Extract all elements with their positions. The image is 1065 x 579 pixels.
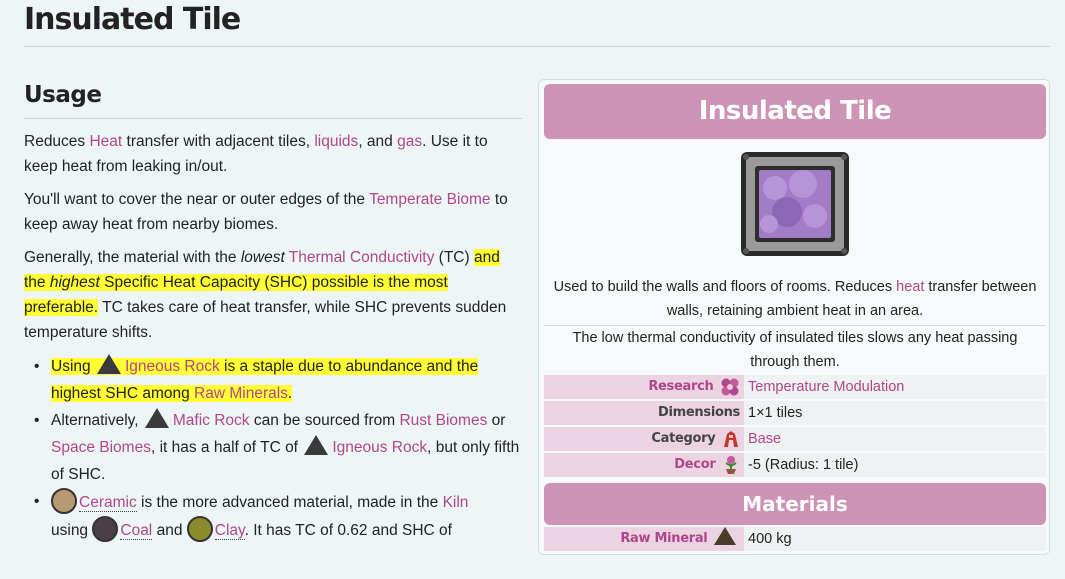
link-rust-biomes[interactable]: Rust Biomes: [399, 412, 487, 429]
infobox-row-raw-mineral: Raw Mineral 400 kg: [544, 527, 1046, 551]
row-label: Dimensions: [544, 401, 744, 425]
usage-paragraph-1: Reduces Heat transfer with adjacent tile…: [24, 129, 524, 179]
emphasis-lowest: lowest: [240, 249, 285, 266]
link-thermal-conductivity[interactable]: Thermal Conductivity: [289, 249, 435, 266]
category-label: Category: [651, 431, 716, 446]
usage-divider: [24, 118, 522, 119]
text: transfer with adjacent tiles,: [122, 133, 315, 150]
text: .: [287, 385, 293, 402]
usage-paragraph-2: You'll want to cover the near or outer e…: [24, 187, 524, 237]
text: and: [152, 522, 187, 539]
emphasis-highest: highest: [49, 274, 100, 291]
text: or: [487, 412, 506, 429]
infobox: Insulated Tile Used to build the walls a…: [538, 79, 1050, 555]
materials-heading: Materials: [544, 483, 1046, 525]
link-ceramic[interactable]: Ceramic: [79, 494, 137, 512]
text: is the more advanced material, made in t…: [136, 494, 443, 511]
text: , it has a half of TC of: [150, 439, 303, 456]
row-value: Base: [744, 427, 1046, 451]
clay-icon[interactable]: [186, 516, 213, 542]
link-gas[interactable]: gas: [397, 133, 422, 150]
raw-mineral-icon: [714, 527, 736, 545]
research-icon: [721, 378, 739, 395]
decor-icon: [725, 455, 737, 474]
row-label: Raw Mineral: [544, 527, 744, 551]
link-mafic-rock[interactable]: Mafic Rock: [173, 412, 250, 429]
text: using: [51, 522, 93, 539]
text: Alternatively,: [51, 412, 143, 429]
text: Using: [51, 358, 91, 375]
infobox-title: Insulated Tile: [544, 84, 1046, 139]
list-item: Alternatively, Mafic Rock can be sourced…: [34, 407, 524, 488]
link-temperature-modulation[interactable]: Temperature Modulation: [748, 379, 904, 395]
list-item: Ceramic is the more advanced material, m…: [34, 488, 524, 544]
raw-mineral-label: Raw Mineral: [620, 531, 708, 546]
text: , and: [358, 133, 398, 150]
link-heat[interactable]: heat: [896, 279, 924, 295]
link-igneous-rock[interactable]: Igneous Rock: [332, 439, 427, 456]
row-value: -5 (Radius: 1 tile): [744, 453, 1046, 477]
list-item: Using Igneous Rock is a staple due to ab…: [34, 353, 524, 407]
decor-label: Decor: [674, 457, 716, 472]
page-title: Insulated Tile: [24, 2, 241, 37]
link-liquids[interactable]: liquids: [314, 133, 358, 150]
row-value: 400 kg: [744, 527, 1046, 551]
highlight: Using Igneous Rock is a staple due to ab…: [51, 354, 479, 402]
infobox-row-category: Category Base: [544, 427, 1046, 451]
link-space-biomes[interactable]: Space Biomes: [51, 439, 151, 456]
row-value: 1×1 tiles: [744, 401, 1046, 425]
text: Generally, the material with the: [24, 249, 241, 266]
material-list: Using Igneous Rock is a staple due to ab…: [24, 353, 524, 544]
link-base[interactable]: Base: [748, 431, 781, 447]
ceramic-icon[interactable]: [51, 488, 77, 514]
link-igneous-rock[interactable]: Igneous Rock: [125, 358, 220, 375]
link-coal[interactable]: Coal: [120, 522, 153, 540]
text: You'll want to cover the near or outer e…: [24, 191, 370, 208]
usage-section: Usage Reduces Heat transfer with adjacen…: [24, 82, 524, 544]
text: . It has TC of 0.62 and SHC of: [244, 522, 452, 539]
infobox-row-dimensions: Dimensions 1×1 tiles: [544, 401, 1046, 425]
igneous-rock-icon[interactable]: [96, 354, 121, 374]
link-temperate-biome[interactable]: Temperate Biome: [369, 191, 490, 208]
link-heat[interactable]: Heat: [89, 133, 122, 150]
title-divider: [24, 46, 1050, 47]
link-kiln[interactable]: Kiln: [443, 494, 469, 511]
igneous-rock-icon[interactable]: [304, 435, 329, 455]
mafic-rock-icon[interactable]: [144, 408, 169, 428]
text: Reduces: [24, 133, 90, 150]
row-label: Category: [544, 427, 744, 451]
infobox-flavor-text: The low thermal conductivity of insulate…: [572, 330, 1018, 370]
dimensions-label: Dimensions: [658, 405, 740, 420]
link-clay[interactable]: Clay: [214, 522, 245, 540]
base-category-icon: [724, 430, 738, 447]
infobox-description: Used to build the walls and floors of ro…: [547, 275, 1043, 323]
row-value: Temperature Modulation: [744, 375, 1046, 399]
coal-icon[interactable]: [92, 516, 119, 542]
usage-paragraph-3: Generally, the material with the lowest …: [24, 245, 524, 345]
link-raw-minerals[interactable]: Raw Minerals: [194, 385, 288, 402]
row-label: Decor: [544, 453, 744, 477]
infobox-row-research: Research Temperature Modulation: [544, 375, 1046, 399]
research-label: Research: [648, 379, 714, 394]
insulated-tile-image: [741, 152, 849, 256]
text: can be sourced from: [249, 412, 400, 429]
text: Used to build the walls and floors of ro…: [553, 279, 897, 295]
usage-heading: Usage: [24, 82, 102, 108]
row-label: Research: [544, 375, 744, 399]
infobox-row-decor: Decor -5 (Radius: 1 tile): [544, 453, 1046, 477]
text: (TC): [434, 249, 474, 266]
